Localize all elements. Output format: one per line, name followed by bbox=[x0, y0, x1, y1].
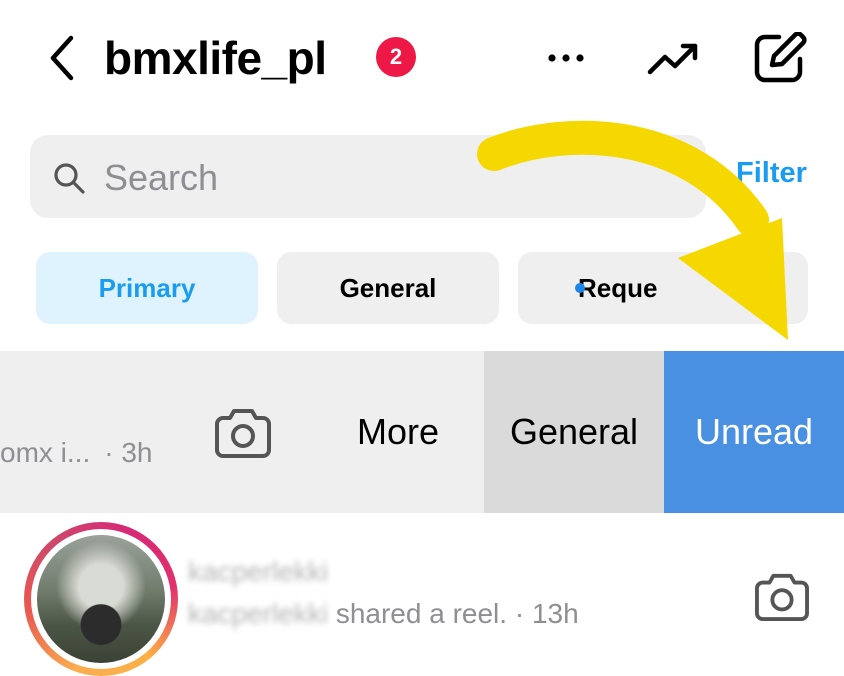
trending-button[interactable] bbox=[644, 34, 704, 82]
camera-icon[interactable] bbox=[214, 405, 272, 459]
more-dots-icon bbox=[548, 54, 584, 62]
search-icon bbox=[54, 163, 85, 194]
trending-icon bbox=[647, 43, 698, 75]
message-preview: omx i... · 3h bbox=[0, 437, 152, 469]
mark-unread-button[interactable]: Unread bbox=[664, 351, 844, 513]
preview-text: shared a reel. bbox=[328, 598, 508, 629]
sender-name: kacperlekki bbox=[188, 598, 329, 629]
avatar[interactable] bbox=[37, 535, 165, 663]
contact-name[interactable]: kacperlekki bbox=[188, 556, 328, 588]
account-title[interactable]: bmxlife_pl bbox=[104, 28, 327, 88]
annotation-arrow-icon bbox=[477, 120, 788, 340]
preview-text: omx i... bbox=[0, 437, 91, 468]
notification-badge: 2 bbox=[376, 37, 416, 77]
back-button[interactable] bbox=[40, 28, 84, 88]
more-action-button[interactable]: More bbox=[312, 351, 484, 513]
camera-icon[interactable] bbox=[754, 570, 810, 622]
compose-icon bbox=[754, 32, 807, 83]
message-time: · 3h bbox=[104, 437, 153, 468]
chevron-left-icon bbox=[50, 35, 74, 81]
tab-primary[interactable]: Primary bbox=[36, 252, 258, 324]
message-time: · 13h bbox=[507, 598, 579, 629]
move-to-general-button[interactable]: General bbox=[484, 351, 664, 513]
more-options-button[interactable] bbox=[544, 36, 588, 80]
compose-button[interactable] bbox=[750, 30, 810, 86]
message-preview: kacperlekki shared a reel. · 13h bbox=[188, 598, 579, 630]
